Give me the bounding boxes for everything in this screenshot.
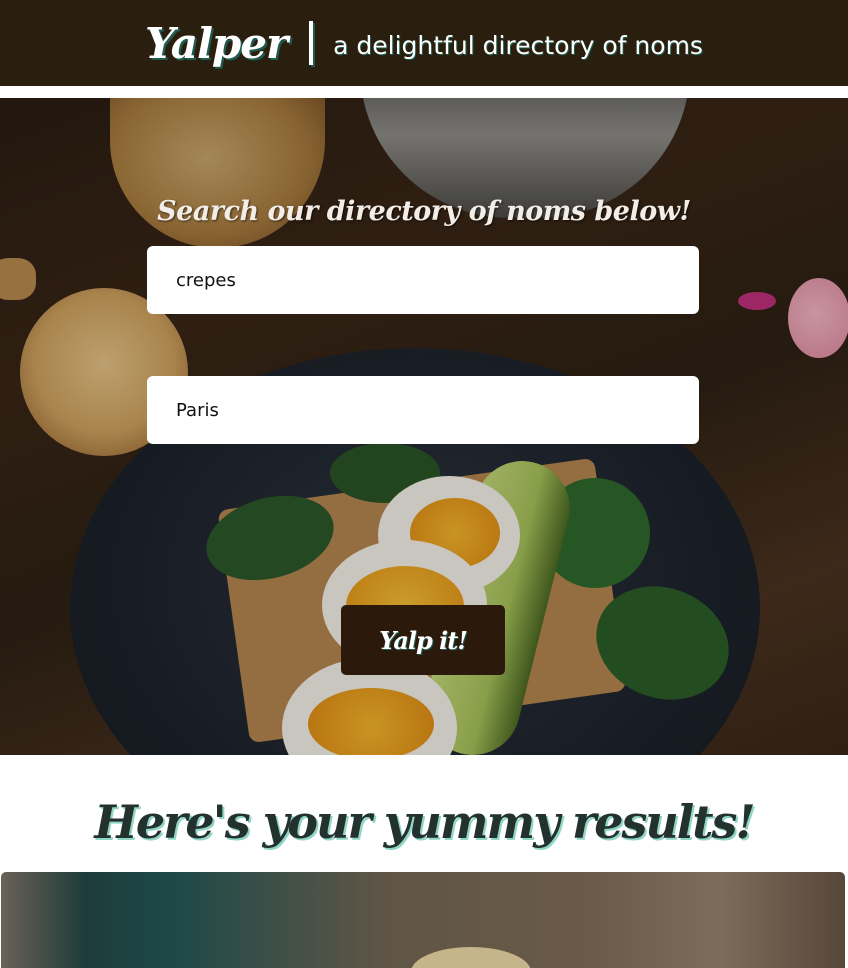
hero-search-section: Search our directory of noms below! crep… <box>0 98 848 755</box>
result-card-image <box>411 947 531 968</box>
results-heading: Here's your yummy results! <box>94 795 755 849</box>
header-divider <box>309 21 314 65</box>
search-heading: Search our directory of noms below! <box>157 196 691 227</box>
yalp-it-button[interactable]: Yalp it! <box>341 605 505 675</box>
result-card[interactable] <box>1 872 845 968</box>
site-header: Yalper a delightful directory of noms <box>0 0 848 86</box>
location-input[interactable]: Paris <box>147 376 699 444</box>
brand-logo[interactable]: Yalper <box>145 19 288 68</box>
site-tagline: a delightful directory of noms <box>333 30 703 60</box>
search-term-input[interactable]: crepes <box>147 246 699 314</box>
